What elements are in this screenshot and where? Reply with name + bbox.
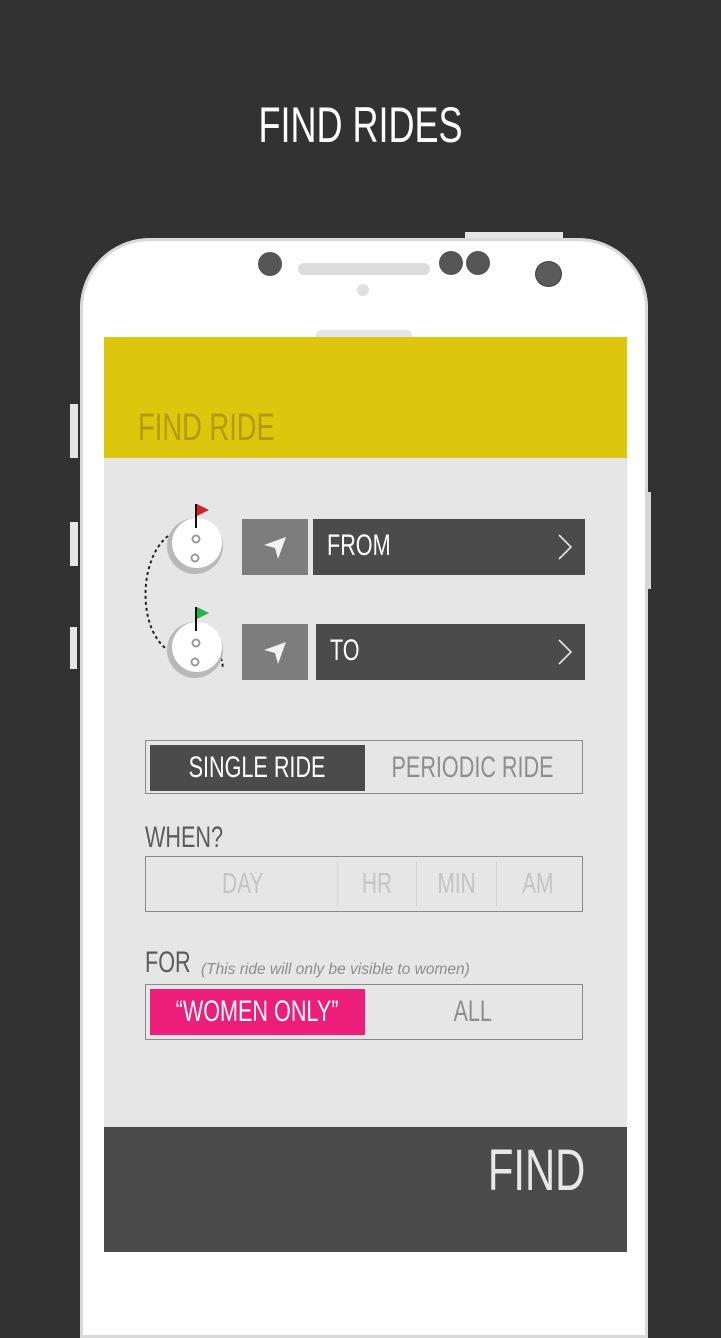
page-title: FIND RIDES (258, 97, 463, 153)
to-locate-button[interactable] (242, 624, 308, 680)
phone-camera-icon (535, 261, 562, 287)
for-label: FOR (145, 946, 191, 979)
navigation-arrow-icon (264, 642, 286, 664)
minute-input[interactable]: MIN (417, 861, 496, 907)
single-ride-option[interactable]: SINGLE RIDE (150, 745, 365, 791)
from-locate-button[interactable] (242, 519, 308, 575)
all-option[interactable]: ALL (365, 989, 580, 1035)
phone-speaker (298, 263, 430, 275)
hour-input[interactable]: HR (338, 861, 416, 907)
for-hint: (This ride will only be visible to women… (201, 961, 470, 978)
to-field-label: TO (330, 634, 360, 667)
route-balls-icon (144, 504, 224, 678)
find-button[interactable]: FIND (104, 1127, 627, 1252)
phone-side-key (70, 627, 77, 669)
phone-volume-down-button (70, 522, 78, 566)
periodic-ride-option[interactable]: PERIODIC RIDE (365, 745, 580, 791)
phone-sensor-icon (466, 251, 490, 275)
from-field[interactable]: FROM (313, 519, 585, 575)
day-input[interactable]: DAY (148, 861, 338, 907)
app-screen: FIND RIDE FROM TO SINGLE RIDE PERIODIC R… (104, 337, 627, 1252)
to-field[interactable]: TO (316, 624, 585, 680)
phone-led (357, 284, 369, 296)
ampm-input[interactable]: AM (497, 861, 579, 907)
destination-ball-icon (167, 607, 223, 678)
chevron-right-icon (558, 534, 573, 560)
ride-type-toggle: SINGLE RIDE PERIODIC RIDE (145, 740, 583, 794)
phone-sensor-icon (258, 252, 282, 276)
app-header-title: FIND RIDE (138, 407, 275, 449)
women-only-option[interactable]: “WOMEN ONLY” (150, 989, 365, 1035)
find-button-label: FIND (487, 1138, 585, 1203)
phone-volume-up-button (70, 404, 78, 458)
when-label: WHEN? (145, 821, 224, 854)
phone-sensor-icon (439, 251, 463, 275)
navigation-arrow-icon (264, 537, 286, 559)
red-flag-icon (197, 504, 209, 516)
phone-right-button (646, 492, 651, 589)
audience-toggle: “WOMEN ONLY” ALL (145, 984, 583, 1040)
from-field-label: FROM (327, 529, 391, 562)
chevron-right-icon (558, 639, 573, 665)
origin-ball-icon (167, 504, 223, 574)
app-header: FIND RIDE (104, 337, 627, 458)
green-flag-icon (197, 607, 209, 619)
when-picker: DAY HR MIN AM (145, 856, 583, 912)
